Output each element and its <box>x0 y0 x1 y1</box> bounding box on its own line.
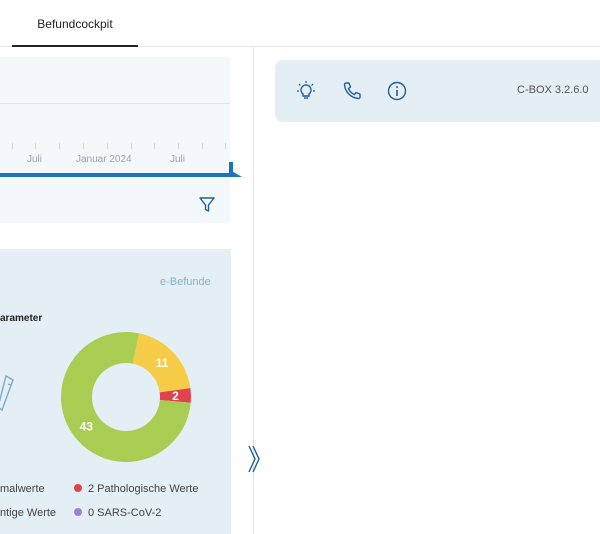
results-donut-chart: 11 2 43 <box>61 332 191 462</box>
timeline-tick <box>83 143 84 149</box>
timeline[interactable]: Juli Januar 2024 Juli <box>0 57 242 223</box>
legend-item-pathologic: 2 Pathologische Werte <box>74 483 198 495</box>
lightbulb-icon[interactable] <box>295 80 317 102</box>
donut-value-label: 11 <box>156 356 169 370</box>
legend-label: 2 Pathologische Werte <box>88 483 199 495</box>
timeline-tick <box>225 143 226 149</box>
timeline-ticks <box>0 143 230 151</box>
legend-item-other: ntige Werte <box>0 507 56 519</box>
timeline-tick <box>107 143 108 149</box>
left-panel: Juli Januar 2024 Juli e-Befunde arameter… <box>0 47 253 534</box>
phone-icon[interactable] <box>341 80 363 102</box>
timeline-tick <box>59 143 60 149</box>
timeline-gridline <box>0 103 230 104</box>
timeline-tick <box>131 143 132 149</box>
legend-item-normal: malwerte <box>0 483 45 495</box>
tab-label: Befundcockpit <box>37 16 113 31</box>
timeline-tick <box>12 143 13 149</box>
timeline-range-handle-tip <box>230 170 242 177</box>
legend-item-sars: 0 SARS-CoV-2 <box>74 507 161 519</box>
results-card: e-Befunde arameter 11 2 43 malwerte 2 Path… <box>0 249 231 534</box>
timeline-tick <box>35 143 36 149</box>
timeline-range-bar[interactable] <box>0 173 232 177</box>
tab-befundcockpit[interactable]: Befundcockpit <box>12 0 138 47</box>
version-label: C-BOX 3.2.6.0 <box>517 84 589 96</box>
filter-icon[interactable] <box>197 195 217 215</box>
card-title: arameter <box>0 313 43 324</box>
timeline-tick-label: Juli <box>27 154 43 165</box>
legend-dot <box>74 508 82 517</box>
info-bar: C-BOX 3.2.6.0 <box>275 60 600 122</box>
timeline-tick <box>202 143 203 149</box>
tab-bar: Befundcockpit <box>0 0 600 47</box>
legend-label: malwerte <box>0 483 45 495</box>
legend-label: ntige Werte <box>0 507 57 519</box>
donut-value-label: 2 <box>172 389 179 403</box>
app-root: Befundcockpit Juli Januar 2024 Juli e-Be… <box>0 0 600 534</box>
donut-value-label: 43 <box>80 420 94 434</box>
timeline-tick <box>178 143 179 149</box>
chevron-double-right-icon[interactable] <box>245 444 261 474</box>
e-befunde-link[interactable]: e-Befunde <box>160 276 211 288</box>
legend-label: 0 SARS-CoV-2 <box>88 507 162 519</box>
timeline-tick-label: Januar 2024 <box>76 154 132 165</box>
legend-dot <box>74 484 82 493</box>
info-icon[interactable] <box>386 80 408 102</box>
test-tube-icon <box>0 374 14 412</box>
timeline-tick-label: Juli <box>170 154 186 165</box>
timeline-tick <box>154 143 155 149</box>
